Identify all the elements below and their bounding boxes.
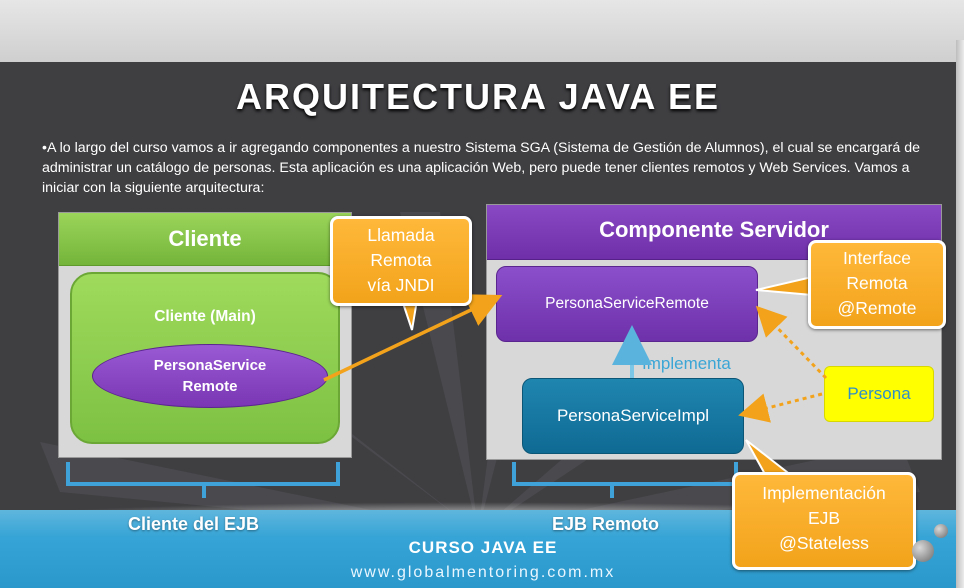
decorative-ball-small — [934, 524, 948, 538]
slide-title: ARQUITECTURA JAVA EE — [235, 76, 721, 117]
impl-box: PersonaServiceImpl — [522, 378, 744, 454]
client-bracket — [66, 462, 340, 498]
footer-course: CURSO JAVA EE — [408, 538, 558, 557]
implementa-label: Implementa — [642, 354, 731, 373]
implementacion-line-1: Implementación — [762, 483, 886, 503]
intro-text: •A lo largo del curso vamos a ir agregan… — [42, 140, 920, 196]
implementacion-line-2: EJB — [807, 508, 841, 528]
llamada-line-1: Llamada — [367, 225, 435, 245]
server-bracket — [512, 462, 738, 498]
interface-callout: Interface Remota @Remote — [808, 240, 946, 329]
ellipse-line-2: Remote — [182, 378, 238, 395]
window-right-edge — [956, 40, 964, 588]
persona-box: Persona — [824, 366, 934, 422]
window-top-bar — [0, 0, 964, 62]
interface-line-2: Remota — [846, 273, 908, 293]
llamada-line-2: Remota — [370, 250, 432, 270]
llamada-line-3: vía JNDI — [367, 275, 435, 295]
interface-line-3: @Remote — [837, 298, 917, 318]
client-panel-header: Cliente — [59, 213, 351, 266]
client-bottom-label: Cliente del EJB — [128, 514, 260, 534]
slide: ARQUITECTURA JAVA EE •A lo largo del cur… — [0, 62, 956, 588]
footer-url: www.globalmentoring.com.mx — [350, 564, 616, 581]
personaservice-remote-ellipse: PersonaService Remote — [92, 344, 328, 408]
llamada-callout: Llamada Remota vía JNDI — [330, 216, 472, 306]
server-bottom-label: EJB Remoto — [552, 514, 660, 534]
interface-line-1: Interface — [842, 248, 912, 268]
ellipse-line-1: PersonaService — [153, 357, 267, 374]
remote-interface-box: PersonaServiceRemote — [496, 266, 758, 342]
client-main-label: Cliente (Main) — [154, 308, 256, 325]
decorative-ball — [912, 540, 934, 562]
